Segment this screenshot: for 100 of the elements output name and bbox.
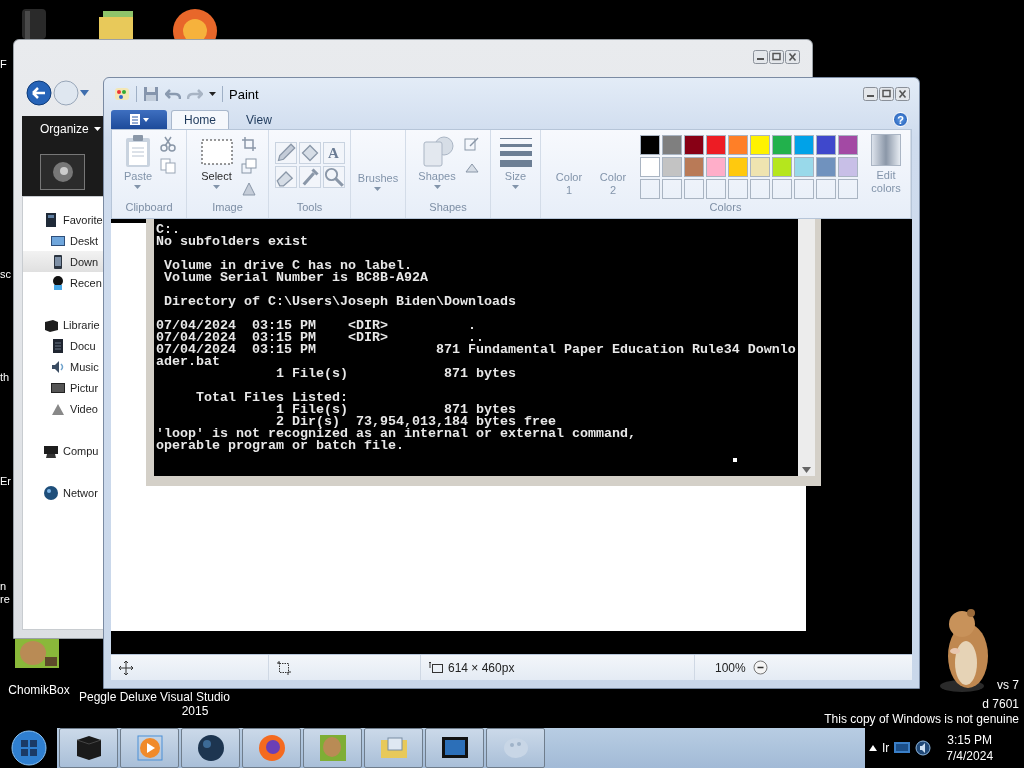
resize-icon[interactable] [240,158,257,174]
empty-color-slot[interactable] [750,179,770,199]
nav-item[interactable]: Music [23,356,103,377]
console-line: 07/04/2024 03:15 PM 871 Fundamental Paper Education Rule34 Downlo [156,344,797,356]
nav-item[interactable]: Docu [23,335,103,356]
organize-button[interactable]: Organize [30,116,101,142]
caret-icon [213,185,220,189]
close-button[interactable] [785,50,800,64]
color-swatch[interactable] [640,135,660,155]
palette-icon[interactable] [114,86,130,102]
taskbar-button[interactable] [181,728,240,768]
magnifier-icon[interactable] [322,166,345,188]
fill-bucket-icon[interactable] [298,142,321,164]
console-line: 1 File(s) 871 bytes [274,404,517,416]
zoom-out-button[interactable] [752,660,768,675]
color-swatch[interactable] [662,135,682,155]
book-icon [43,211,59,228]
nav-item[interactable]: Compu [23,440,103,461]
up-arrow-icon[interactable] [869,745,877,751]
console-line: ader.bat [156,356,221,368]
close-button[interactable] [895,87,910,101]
color-swatch[interactable] [794,157,814,177]
nav-item[interactable]: Pictur [23,377,103,398]
zoom-level: 100% [715,660,746,675]
nav-item[interactable]: Down [23,251,103,272]
color-swatch[interactable] [640,157,660,177]
color-swatch[interactable] [772,135,792,155]
empty-color-slot[interactable] [662,179,682,199]
nav-item[interactable]: Librarie [23,314,103,335]
empty-color-slot[interactable] [838,179,858,199]
animal-icon[interactable] [15,639,59,668]
color-swatch[interactable] [706,135,726,155]
nav-item[interactable]: Video [23,398,103,419]
group-label: Clipboard [124,200,174,215]
console-line: 07/04/2024 03:15 PM <DIR> .. [156,332,484,344]
ribbon-tab[interactable]: View [233,110,285,129]
color-swatch[interactable] [728,157,748,177]
nav-item[interactable]: Recen [23,272,103,293]
color-swatch[interactable] [772,157,792,177]
canvas-size-icon [429,660,443,675]
maximize-button[interactable] [879,87,894,101]
color-swatch[interactable] [750,135,770,155]
nav-item[interactable]: Networ [23,482,103,503]
move-icon [119,660,133,675]
redo-icon[interactable] [187,86,203,102]
outline-icon[interactable] [463,136,480,152]
color-swatch[interactable] [816,135,836,155]
empty-color-slot[interactable] [684,179,704,199]
speaker-icon[interactable] [915,740,932,756]
empty-color-slot[interactable] [640,179,660,199]
empty-color-slot[interactable] [794,179,814,199]
monitor-icon[interactable] [894,741,911,755]
file-menu-button[interactable] [111,110,167,129]
nav-item[interactable]: Favorite [23,209,103,230]
minimize-button[interactable] [863,87,878,101]
nav-item[interactable]: Deskt [23,230,103,251]
select-button[interactable]: Select [198,134,235,189]
copy-icon[interactable] [160,158,177,174]
scissors-icon[interactable] [160,136,177,152]
color-swatch[interactable] [816,157,836,177]
back-button[interactable] [26,80,52,106]
color-picker-icon[interactable] [298,166,321,188]
taskbar-button[interactable] [59,728,118,768]
caret-icon[interactable] [80,90,89,96]
color-swatch[interactable] [662,157,682,177]
rotate-icon[interactable] [240,180,257,196]
console-line: Volume in drive C has no label. [163,260,412,272]
scroll-down-icon[interactable] [802,467,811,473]
group-label: Image [211,200,244,215]
color-swatch[interactable] [750,157,770,177]
clock-date[interactable]: 7/4/2024 [946,748,994,764]
color-swatch[interactable] [838,157,858,177]
pencil-icon[interactable] [274,142,297,164]
watermark-text: vs 7 [997,678,1019,692]
minus-icon [752,660,768,675]
color-swatch[interactable] [794,135,814,155]
empty-color-slot[interactable] [706,179,726,199]
color-swatch[interactable] [684,157,704,177]
color-swatch[interactable] [706,157,726,177]
color-swatch[interactable] [838,135,858,155]
minimize-button[interactable] [753,50,768,64]
globe-icon [43,484,59,501]
empty-color-slot[interactable] [728,179,748,199]
icon-label: Visual Studio 2015 [159,690,231,718]
ribbon-tab[interactable]: Home [171,110,229,129]
console-line: 'loop' is not recognized as an internal or external command, [156,428,637,440]
empty-color-slot[interactable] [772,179,792,199]
color-swatch[interactable] [684,135,704,155]
cylinder-icon[interactable] [20,9,48,39]
maximize-button[interactable] [769,50,784,64]
save-icon[interactable] [143,86,159,102]
color-swatch[interactable] [728,135,748,155]
crop-icon[interactable] [240,136,257,152]
undo-icon[interactable] [165,86,181,102]
empty-color-slot[interactable] [816,179,836,199]
help-button[interactable]: ? [893,112,908,127]
taskbar-button[interactable] [425,728,484,768]
clock-time[interactable]: 3:15 PM [947,732,993,748]
eraser-icon[interactable] [274,166,297,188]
text-tool-button[interactable]: A [322,142,345,164]
